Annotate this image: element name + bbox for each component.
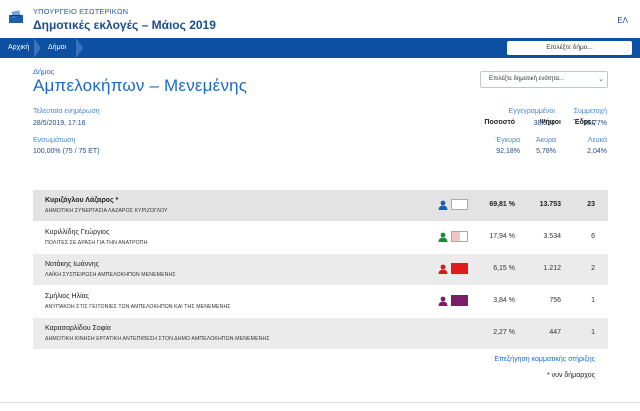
seats-value: 1 bbox=[591, 329, 595, 336]
seats-value: 1 bbox=[591, 297, 595, 304]
valid-label: Έγκυρα bbox=[495, 137, 520, 144]
party-support-link[interactable]: Επεξήγηση κομματικής στήριξης bbox=[494, 356, 595, 363]
unit-select-placeholder: Επιλέξτε δημοτική ενότητα... bbox=[489, 76, 565, 82]
integration-value: 100,00% (75 / 75 ΕΤ) bbox=[33, 148, 100, 155]
percent-value: 6,15 % bbox=[493, 265, 515, 272]
votes-value: 3.534 bbox=[543, 233, 561, 240]
candidate-name: Καρασαρλίδου Σοφία bbox=[45, 325, 111, 332]
candidate-name: Κυριλλίδης Γεώργιος bbox=[45, 229, 110, 236]
registered-label: Εγγεγραμμένοι bbox=[508, 108, 555, 115]
last-update-value: 28/5/2019, 17:16 bbox=[33, 120, 86, 127]
valid-value: 92,18% bbox=[496, 148, 520, 155]
breadcrumb-municipalities[interactable]: Δήμοι bbox=[48, 38, 66, 58]
percent-value: 3,84 % bbox=[493, 297, 515, 304]
language-switch[interactable]: ΕΛ bbox=[617, 16, 628, 25]
ballot-box-icon bbox=[9, 10, 23, 23]
site-header: ΥΠΟΥΡΓΕΙΟ ΕΣΩΤΕΡΙΚΩΝ Δημοτικές εκλογές –… bbox=[0, 0, 640, 38]
breadcrumb: Αρχική Δήμοι Επιλέξτε δήμο... bbox=[0, 38, 640, 58]
seats-value: 6 bbox=[591, 233, 595, 240]
percent-value: 2,27 % bbox=[493, 329, 515, 336]
table-row[interactable]: Κυριζόγλου Λάζαρος * ΔΗΜΟΤΙΚΗ ΣΥΝΕΡΓΑΣΙΑ… bbox=[33, 190, 608, 221]
table-row[interactable]: Καρασαρλίδου Σοφία ΔΗΜΟΤΙΚΗ ΚΙΝΗΣΗ ΕΡΓΑΤ… bbox=[33, 318, 608, 349]
votes-value: 1.212 bbox=[543, 265, 561, 272]
party-color-swatch bbox=[451, 295, 468, 306]
column-header-percent: Ποσοστό bbox=[484, 119, 515, 126]
candidate-name: Νοτάκης Ιωάννης bbox=[45, 261, 99, 268]
page-title[interactable]: Δημοτικές εκλογές – Μάιος 2019 bbox=[33, 18, 216, 32]
person-icon bbox=[438, 200, 448, 210]
votes-value: 756 bbox=[549, 297, 561, 304]
municipality-select[interactable]: Επιλέξτε δήμο... bbox=[507, 41, 632, 55]
invalid-label: Άκυρα bbox=[535, 137, 556, 144]
ministry-name: ΥΠΟΥΡΓΕΙΟ ΕΣΩΤΕΡΙΚΩΝ bbox=[33, 7, 129, 16]
invalid-value: 5,78% bbox=[536, 148, 556, 155]
divider bbox=[0, 402, 640, 403]
municipality-kind: Δήμος bbox=[33, 67, 55, 76]
turnout-label: Συμμετοχή bbox=[573, 108, 607, 115]
last-update-label: Τελευταία ενημέρωση bbox=[33, 108, 100, 115]
candidate-name: Κυριζόγλου Λάζαρος * bbox=[45, 197, 119, 204]
breadcrumb-separator bbox=[76, 38, 83, 58]
column-header-votes: Ψήφοι bbox=[539, 119, 561, 126]
breadcrumb-home[interactable]: Αρχική bbox=[8, 38, 29, 58]
party-name: ΑΝΥΠΑΚΟΗ ΣΤΙΣ ΓΕΙΤΟΝΙΕΣ ΤΩΝ ΑΜΠΕΛΟΚΗΠΩΝ … bbox=[45, 304, 231, 310]
party-name: ΠΟΛΙΤΕΣ ΣΕ ΔΡΑΣΗ ΓΙΑ ΤΗΝ ΑΝΑΤΡΟΠΗ bbox=[45, 240, 148, 246]
seats-value: 2 bbox=[591, 265, 595, 272]
blank-value: 2,04% bbox=[587, 148, 607, 155]
table-row[interactable]: Νοτάκης Ιωάννης ΛΑΪΚΗ ΣΥΣΠΕΙΡΩΣΗ ΑΜΠΕΛΟΚ… bbox=[33, 254, 608, 285]
party-color-swatch bbox=[451, 263, 468, 274]
percent-value: 69,81 % bbox=[489, 201, 515, 208]
municipality-name: Αμπελοκήπων – Μενεμένης bbox=[33, 76, 248, 95]
party-name: ΔΗΜΟΤΙΚΗ ΚΙΝΗΣΗ ΕΡΓΑΤΙΚΗ ΑΝΤΕΠΙΘΕΣΗ ΣΤΟΝ… bbox=[45, 336, 270, 342]
column-header-seats: Έδρες bbox=[573, 119, 595, 126]
party-color-swatch bbox=[451, 231, 468, 242]
person-icon bbox=[438, 232, 448, 242]
table-row[interactable]: Σμήλιος Ηλίας ΑΝΥΠΑΚΟΗ ΣΤΙΣ ΓΕΙΤΟΝΙΕΣ ΤΩ… bbox=[33, 286, 608, 317]
blank-label: Λευκά bbox=[587, 137, 607, 144]
party-color-swatch bbox=[451, 199, 468, 210]
integration-label: Ενσωμάτωση bbox=[33, 137, 76, 144]
person-icon bbox=[438, 264, 448, 274]
votes-value: 447 bbox=[549, 329, 561, 336]
unit-select[interactable]: Επιλέξτε δημοτική ενότητα... ⌄ bbox=[480, 71, 608, 88]
breadcrumb-separator bbox=[34, 38, 41, 58]
table-row[interactable]: Κυριλλίδης Γεώργιος ΠΟΛΙΤΕΣ ΣΕ ΔΡΑΣΗ ΓΙΑ… bbox=[33, 222, 608, 253]
seats-value: 23 bbox=[587, 201, 595, 208]
candidate-name: Σμήλιος Ηλίας bbox=[45, 293, 90, 300]
person-icon bbox=[438, 296, 448, 306]
party-name: ΛΑΪΚΗ ΣΥΣΠΕΙΡΩΣΗ ΑΜΠΕΛΟΚΗΠΩΝ ΜΕΝΕΜΕΝΗΣ bbox=[45, 272, 176, 278]
percent-value: 17,94 % bbox=[489, 233, 515, 240]
votes-value: 13.753 bbox=[539, 201, 561, 208]
party-name: ΔΗΜΟΤΙΚΗ ΣΥΝΕΡΓΑΣΙΑ ΛΑΖΑΡΟΣ ΚΥΡΙΖΟΓΛΟΥ bbox=[45, 208, 168, 214]
chevron-down-icon: ⌄ bbox=[598, 76, 604, 83]
incumbent-footnote: * νυν δήμαρχος bbox=[546, 372, 595, 379]
